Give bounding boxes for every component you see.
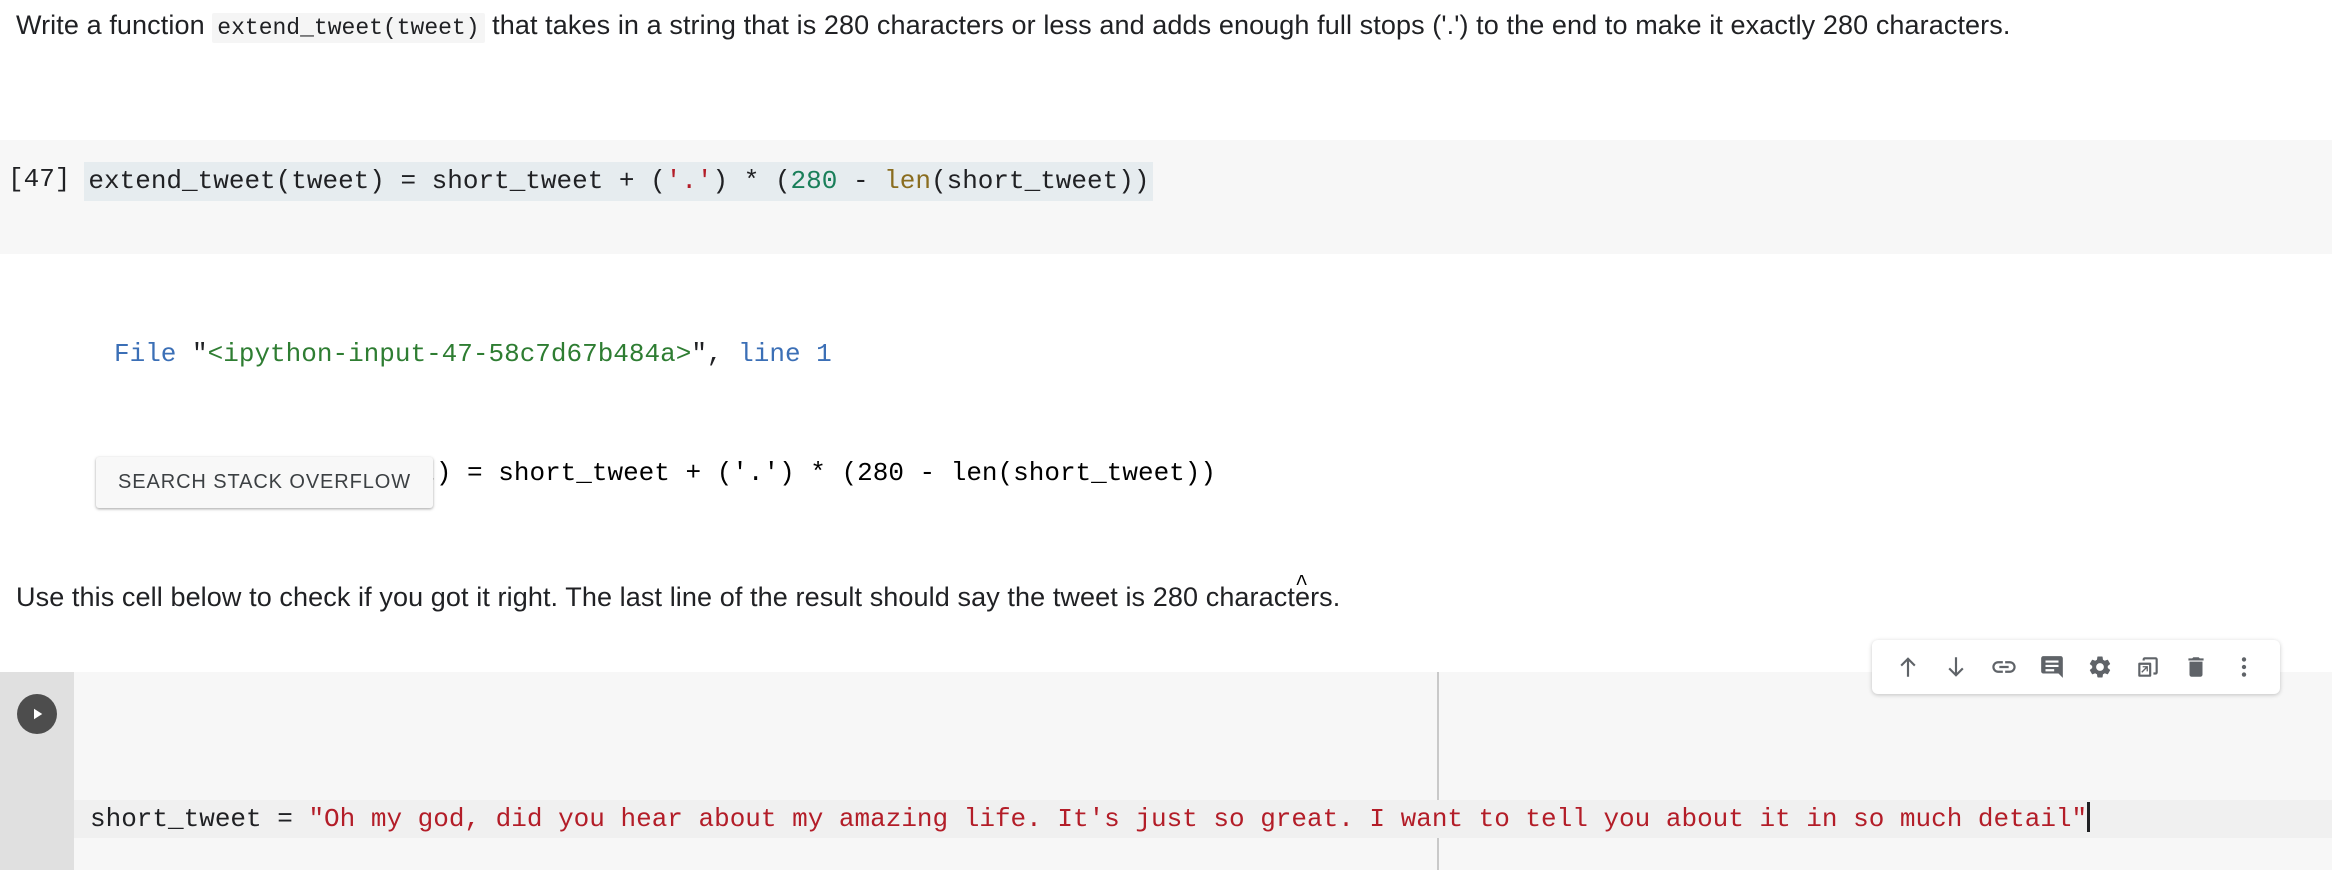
- delete-cell-trash-icon[interactable]: [2172, 643, 2220, 691]
- code-line-1[interactable]: short_tweet = "Oh my god, did you hear a…: [74, 800, 2332, 838]
- more-options-icon[interactable]: [2220, 643, 2268, 691]
- traceback-file-keyword: File: [114, 338, 177, 369]
- intro-text-after: that takes in a string that is 280 chara…: [484, 10, 2011, 40]
- move-cell-up-icon[interactable]: [1884, 643, 1932, 691]
- search-stack-overflow-button[interactable]: SEARCH STACK OVERFLOW: [96, 457, 434, 508]
- executed-code-cell[interactable]: [47] extend_tweet(tweet) = short_tweet + …: [0, 140, 2332, 254]
- run-cell-button[interactable]: [17, 694, 57, 734]
- play-icon: [34, 708, 43, 720]
- mirror-cell-in-tab-icon[interactable]: [2124, 643, 2172, 691]
- cell-settings-gear-icon[interactable]: [2076, 643, 2124, 691]
- active-code-cell[interactable]: short_tweet = "Oh my god, did you hear a…: [0, 672, 2332, 870]
- code-string-dot: '.': [665, 166, 713, 196]
- traceback-file-line: File "<ipython-input-47-58c7d67b484a>", …: [0, 336, 2332, 373]
- code-editor[interactable]: short_tweet = "Oh my god, did you hear a…: [74, 672, 2332, 870]
- code-number-280: 280: [790, 166, 838, 196]
- inline-code-extend-tweet: extend_tweet(tweet): [212, 13, 485, 43]
- space-1: [176, 339, 192, 369]
- code-segment-3: -: [837, 166, 885, 196]
- code-segment-4: (short_tweet)): [930, 166, 1150, 196]
- move-cell-down-icon[interactable]: [1932, 643, 1980, 691]
- traceback-open-quote: ": [192, 338, 208, 369]
- link-to-cell-icon[interactable]: [1980, 643, 2028, 691]
- intro-text-before: Write a function: [16, 10, 213, 40]
- code-function-len: len: [884, 166, 931, 196]
- code-segment-1: extend_tweet(tweet) = short_tweet + (: [88, 166, 666, 196]
- middle-paragraph: Use this cell below to check if you got …: [16, 582, 1341, 612]
- add-comment-icon[interactable]: [2028, 643, 2076, 691]
- column-ruler: [1437, 672, 1439, 870]
- cell-execution-count: [47]: [8, 164, 71, 194]
- executed-code-row: [47] extend_tweet(tweet) = short_tweet + …: [0, 140, 2332, 202]
- code-line-1-string: "Oh my god, did you hear about my amazin…: [308, 804, 2088, 834]
- text-cursor: [2087, 802, 2091, 832]
- code-line-1-var: short_tweet =: [90, 804, 309, 834]
- code-segment-2: ) * (: [712, 166, 791, 196]
- cell-gutter: [0, 672, 74, 870]
- traceback-close-quote: ",: [691, 338, 723, 369]
- traceback-filename: <ipython-input-47-58c7d67b484a>: [207, 338, 692, 369]
- executed-cell-source[interactable]: extend_tweet(tweet) = short_tweet + ('.'…: [84, 162, 1154, 202]
- cell-action-toolbar[interactable]: [1872, 640, 2280, 694]
- traceback-line-number: line 1: [722, 338, 832, 369]
- intro-paragraph: Write a function extend_tweet(tweet) tha…: [0, 0, 2332, 46]
